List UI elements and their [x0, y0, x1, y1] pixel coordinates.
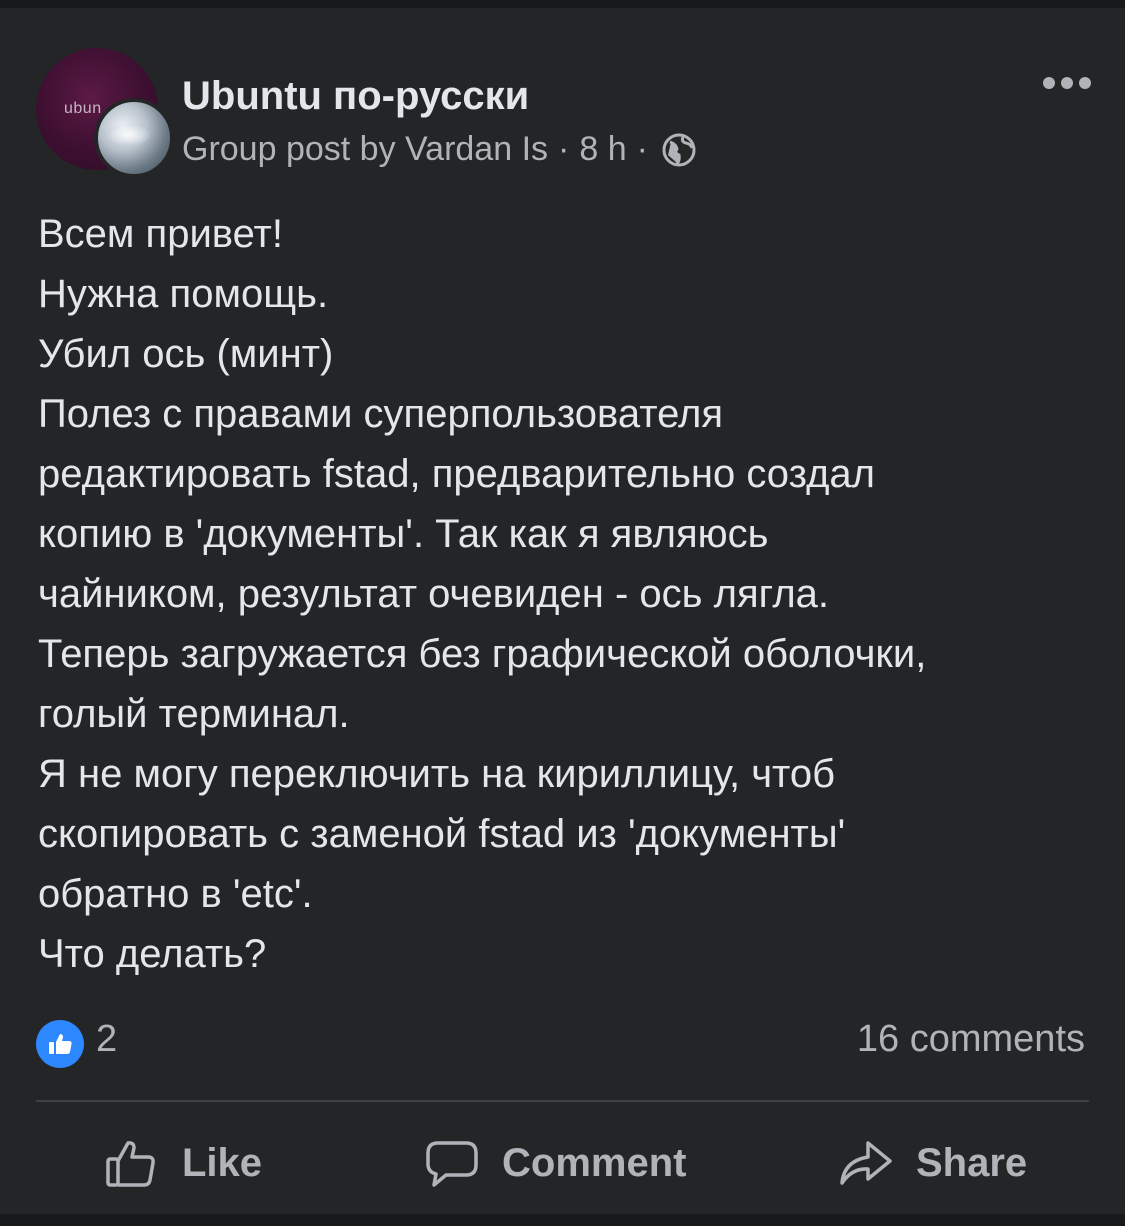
comment-label: Comment: [502, 1140, 687, 1185]
post-line: скопировать с заменой fstad из 'документ…: [38, 812, 846, 856]
divider: [36, 1100, 1089, 1102]
author-name[interactable]: Vardan Is: [405, 130, 548, 169]
post-body: Всем привет! Нужна помощь. Убил ось (мин…: [38, 204, 1098, 984]
post-line: редактировать fstad, предварительно созд…: [38, 452, 875, 496]
post-line: обратно в 'etc'.: [38, 872, 313, 916]
post-meta: Group post by Vardan Is · 8 h ·: [182, 130, 696, 169]
like-reaction-icon[interactable]: [36, 1020, 84, 1068]
post-line: Полез с правами суперпользователя: [38, 392, 723, 436]
post-line: Я не могу переключить на кириллицу, чтоб: [38, 752, 836, 796]
meta-separator: ·: [558, 130, 570, 168]
post-line: голый терминал.: [38, 692, 350, 736]
group-name[interactable]: Ubuntu по-русски: [182, 74, 529, 119]
post-line: Нужна помощь.: [38, 272, 329, 316]
thumbs-up-icon: [49, 1034, 72, 1054]
share-label: Share: [916, 1140, 1028, 1185]
comment-bubble-icon: [426, 1141, 478, 1187]
post-line: Убил ось (минт): [38, 332, 334, 376]
post-card: ubun Ubuntu по-русски Group post by Vard…: [0, 8, 1125, 1214]
author-avatar[interactable]: [94, 98, 174, 178]
meta-separator-2: ·: [636, 130, 648, 168]
share-button[interactable]: Share: [838, 1128, 1027, 1198]
post-time[interactable]: 8 h: [579, 130, 626, 169]
post-line: Теперь загружается без графической оболо…: [38, 632, 927, 676]
globe-icon: [662, 133, 696, 166]
comments-count[interactable]: 16 comments: [857, 1018, 1085, 1061]
like-label: Like: [182, 1140, 263, 1185]
thumbs-up-outline-icon: [106, 1141, 155, 1187]
group-avatar-text: ubun: [64, 100, 102, 117]
post-line: копию в 'документы'. Так как я являюсь: [38, 512, 769, 556]
comment-button[interactable]: Comment: [424, 1128, 686, 1198]
meta-prefix: Group post by: [182, 130, 396, 168]
share-arrow-icon: [840, 1141, 892, 1185]
top-strip: [0, 0, 1125, 8]
bottom-strip: [0, 1214, 1125, 1226]
reaction-count[interactable]: 2: [96, 1018, 117, 1061]
post-line: чайником, результат очевиден - ось лягла…: [38, 572, 830, 616]
post-line: Что делать?: [38, 932, 267, 976]
like-button[interactable]: Like: [104, 1128, 262, 1198]
more-options-icon[interactable]: [1040, 68, 1094, 98]
post-line: Всем привет!: [38, 212, 283, 256]
